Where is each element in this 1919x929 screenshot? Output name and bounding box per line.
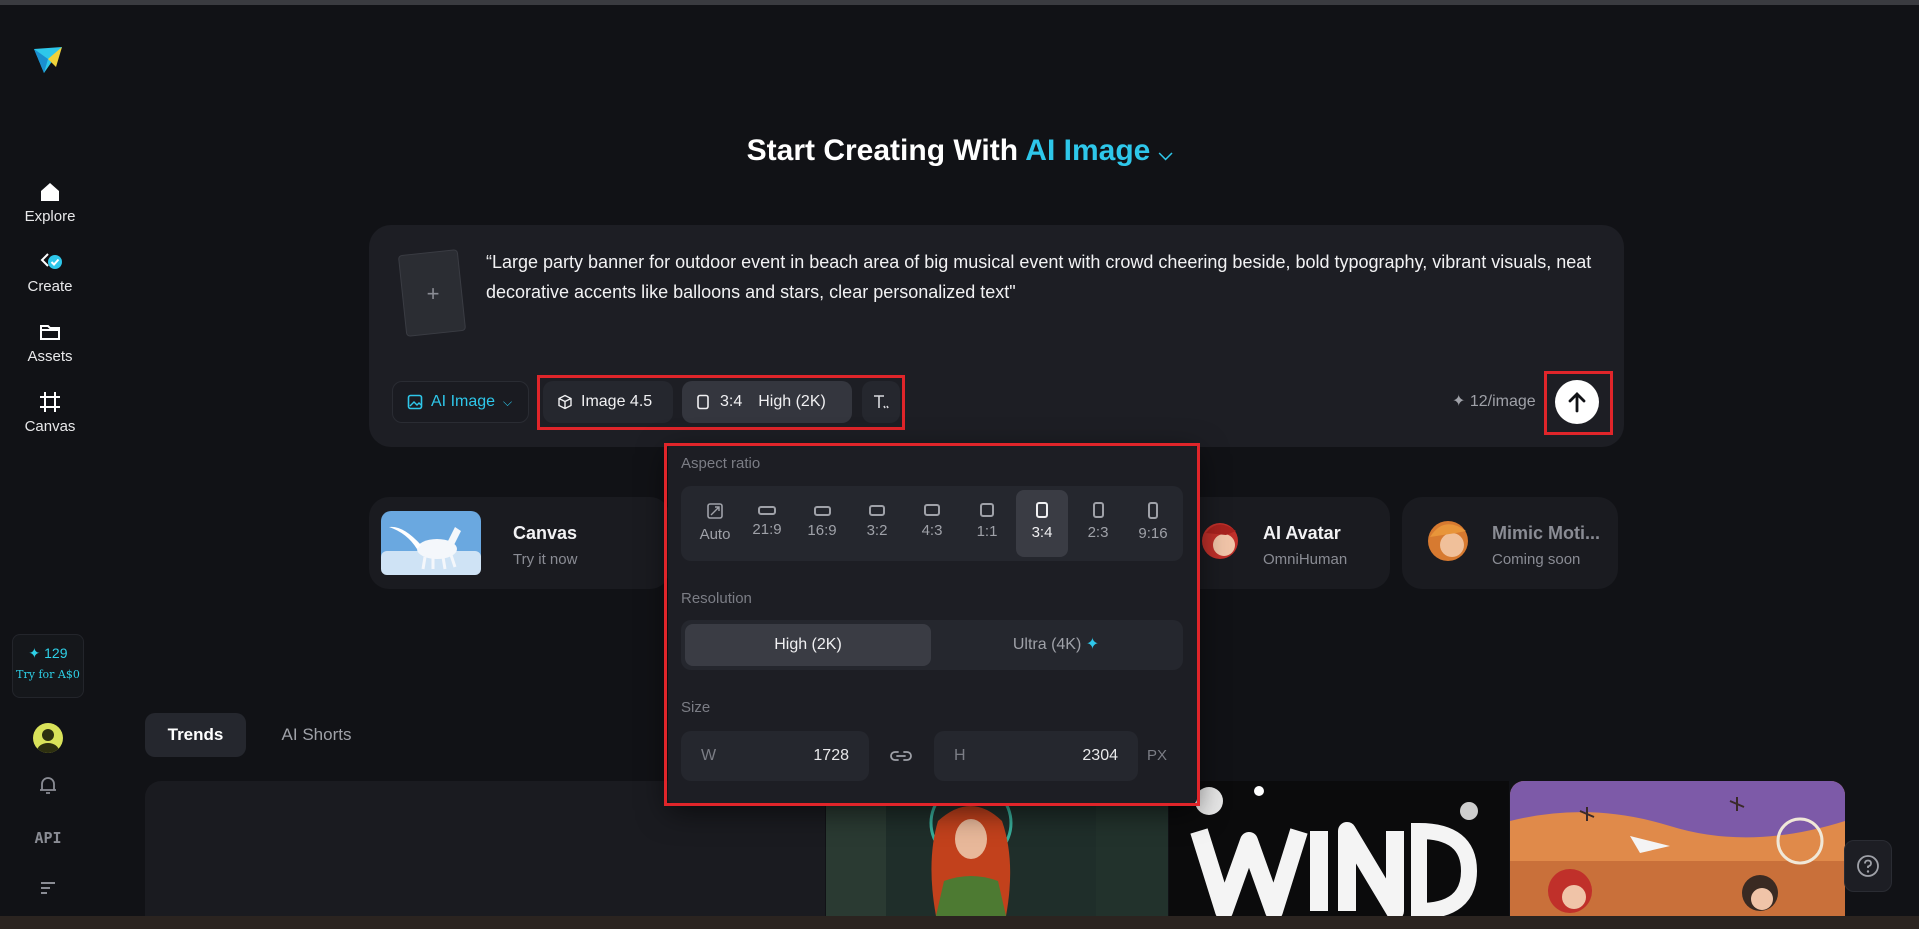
- plus-icon: +: [426, 280, 440, 306]
- pegasus-thumbnail: [381, 511, 481, 575]
- menu-icon[interactable]: [35, 875, 61, 901]
- gallery-image-wind-typography[interactable]: [1169, 781, 1509, 916]
- sidebar-item-explore[interactable]: Explore: [0, 180, 100, 225]
- app-logo-icon[interactable]: [30, 43, 66, 79]
- chevron-down-icon[interactable]: ⌵: [1159, 144, 1173, 164]
- sidebar-item-assets[interactable]: Assets: [0, 320, 100, 365]
- highlight-box-generate: [1544, 371, 1613, 435]
- highlight-box-toolbar: [537, 375, 905, 430]
- credits-box[interactable]: ✦ 129 Try for A$0: [12, 634, 84, 698]
- canvas-icon: [40, 392, 60, 412]
- mode-selector[interactable]: AI Image ⌵: [392, 381, 529, 423]
- sidebar-item-create[interactable]: Create: [0, 250, 100, 295]
- feature-card-canvas[interactable]: Canvas Try it now: [369, 497, 670, 589]
- sidebar-item-label: Canvas: [24, 418, 76, 435]
- feature-subtitle: OmniHuman: [1263, 551, 1348, 568]
- sidebar-item-label: Explore: [24, 208, 76, 225]
- feature-title: Mimic Moti...: [1492, 523, 1600, 543]
- mimic-thumbnail: [1428, 521, 1468, 561]
- chevron-down-icon: ⌵: [503, 394, 513, 409]
- help-button[interactable]: [1844, 840, 1892, 892]
- feature-title: AI Avatar: [1263, 523, 1341, 543]
- credits-count: ✦ 129: [28, 645, 68, 661]
- window-top-strip: [0, 0, 1919, 5]
- bell-icon[interactable]: [35, 772, 61, 798]
- feature-subtitle: Coming soon: [1492, 551, 1581, 568]
- mode-switch-title[interactable]: AI Image: [1025, 134, 1150, 167]
- cost-per-image: ✦ 12/image: [1452, 393, 1536, 410]
- feature-subtitle: Try it now: [513, 551, 578, 568]
- reference-image-upload[interactable]: +: [397, 249, 467, 337]
- api-link[interactable]: API: [30, 829, 66, 847]
- folder-icon: [40, 325, 60, 340]
- title-prefix: Start Creating With: [746, 134, 1019, 167]
- highlight-box-dropdown: [664, 443, 1200, 806]
- taskbar-strip: [0, 916, 1919, 929]
- feature-title: Canvas: [513, 523, 578, 543]
- tab-trends[interactable]: Trends: [145, 713, 246, 757]
- avatar-thumbnail: [1202, 523, 1238, 559]
- gallery-image-kids-kites[interactable]: [1510, 781, 1845, 916]
- try-free-link[interactable]: Try for A$0: [13, 668, 83, 681]
- feature-card-ai-avatar[interactable]: AI Avatar OmniHuman: [1186, 497, 1390, 589]
- prompt-textarea[interactable]: “Large party banner for outdoor event in…: [486, 247, 1601, 307]
- image-icon: [407, 394, 423, 410]
- home-icon: [41, 183, 59, 201]
- question-icon: [1857, 855, 1879, 877]
- avatar[interactable]: [33, 723, 63, 753]
- sidebar-item-canvas[interactable]: Canvas: [0, 390, 100, 435]
- page-title: Start Creating With AI Image ⌵: [0, 134, 1919, 168]
- mode-label: AI Image: [431, 393, 496, 410]
- create-icon: [40, 253, 62, 269]
- sidebar-item-label: Assets: [27, 348, 73, 365]
- sidebar-item-label: Create: [27, 278, 73, 295]
- feature-card-mimic-motion[interactable]: Mimic Moti... Coming soon: [1402, 497, 1618, 589]
- tab-ai-shorts[interactable]: AI Shorts: [265, 713, 368, 757]
